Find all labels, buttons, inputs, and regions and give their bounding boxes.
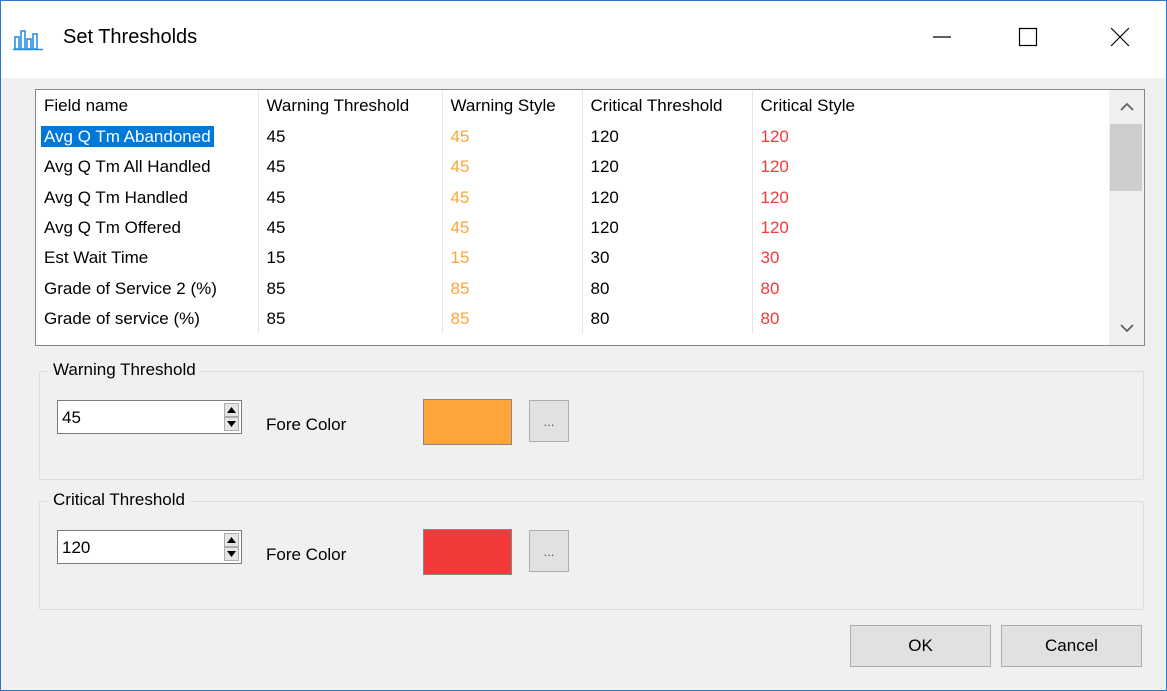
selected-field-name: Avg Q Tm Abandoned [41, 126, 214, 148]
warning-style-cell[interactable]: 45 [442, 212, 583, 244]
column-header-warning-style[interactable]: Warning Style [442, 90, 583, 122]
warning-style-cell[interactable]: 45 [442, 152, 583, 183]
critical-style-cell[interactable]: 120 [752, 152, 1111, 182]
triangle-down-icon [227, 551, 236, 557]
bar-chart-icon [13, 30, 43, 51]
critical-threshold-cell[interactable]: 80 [582, 303, 753, 335]
scroll-down-button[interactable] [1109, 311, 1144, 345]
warning-threshold-cell[interactable]: 15 [258, 243, 443, 274]
critical-threshold-cell[interactable]: 30 [582, 243, 753, 274]
warning-fore-color-label: Fore Color [266, 415, 347, 434]
chevron-up-icon [1119, 102, 1134, 111]
critical-threshold-group: Critical Threshold 120 Fore Color ... [39, 490, 1144, 610]
thresholds-grid[interactable]: Field name Warning Threshold Warning Sty… [35, 89, 1145, 346]
minimize-icon [933, 36, 951, 38]
field-name-cell[interactable]: Avg Q Tm Offered [36, 212, 259, 244]
spin-up-button[interactable] [224, 533, 239, 547]
critical-threshold-cell[interactable]: 80 [582, 273, 753, 304]
critical-threshold-cell[interactable]: 120 [582, 152, 753, 183]
vertical-scrollbar[interactable] [1109, 90, 1144, 345]
triangle-up-icon [227, 407, 236, 413]
column-header-critical-threshold[interactable]: Critical Threshold [582, 90, 753, 122]
chevron-down-icon [1119, 324, 1134, 333]
critical-style-cell[interactable]: 120 [752, 213, 1111, 243]
header-row: Field name Warning Threshold Warning Sty… [36, 90, 1111, 122]
critical-threshold-spinner[interactable]: 120 [57, 530, 242, 564]
table-row[interactable]: Avg Q Tm Abandoned 45 45 120 120 [36, 122, 1111, 153]
critical-style-cell[interactable]: 120 [752, 122, 1111, 152]
critical-group-legend: Critical Threshold [48, 490, 190, 510]
triangle-down-icon [227, 421, 236, 427]
maximize-button[interactable] [999, 13, 1057, 61]
spinner-buttons [224, 403, 239, 431]
critical-threshold-cell[interactable]: 120 [582, 212, 753, 244]
table-row[interactable]: Est Wait Time 15 15 30 30 [36, 243, 1111, 274]
cancel-button[interactable]: Cancel [1001, 625, 1142, 667]
field-name-cell[interactable]: Est Wait Time [36, 243, 259, 274]
title-bar: Set Thresholds [1, 1, 1166, 78]
triangle-up-icon [227, 537, 236, 543]
close-button[interactable] [1091, 13, 1149, 61]
warning-threshold-spinner[interactable]: 45 [57, 400, 242, 434]
warning-style-cell[interactable]: 85 [442, 303, 583, 335]
critical-style-cell[interactable]: 30 [752, 243, 1111, 273]
table-row[interactable]: Avg Q Tm Offered 45 45 120 120 [36, 212, 1111, 244]
critical-color-swatch[interactable] [423, 529, 512, 575]
column-header-warning-threshold[interactable]: Warning Threshold [258, 90, 443, 122]
critical-fore-color-label: Fore Color [266, 545, 347, 564]
warning-color-swatch[interactable] [423, 399, 512, 445]
field-name-cell[interactable]: Avg Q Tm Handled [36, 182, 259, 213]
warning-color-picker-button[interactable]: ... [529, 400, 569, 442]
field-name-cell[interactable]: Avg Q Tm All Handled [36, 152, 259, 183]
minimize-button[interactable] [913, 13, 971, 61]
critical-threshold-value[interactable]: 120 [62, 538, 90, 558]
column-header-critical-style[interactable]: Critical Style [752, 90, 1111, 122]
warning-style-cell[interactable]: 85 [442, 273, 583, 304]
spinner-buttons [224, 533, 239, 561]
spin-down-button[interactable] [224, 547, 239, 561]
thresholds-table: Field name Warning Threshold Warning Sty… [36, 90, 1111, 335]
warning-threshold-value[interactable]: 45 [62, 408, 81, 428]
spin-up-button[interactable] [224, 403, 239, 417]
table-row[interactable]: Grade of Service 2 (%) 85 85 80 80 [36, 273, 1111, 304]
critical-style-cell[interactable]: 80 [752, 273, 1111, 303]
table-row[interactable]: Avg Q Tm Handled 45 45 120 120 [36, 182, 1111, 213]
scroll-up-button[interactable] [1109, 90, 1144, 124]
column-header-field-name[interactable]: Field name [36, 90, 259, 122]
scroll-thumb[interactable] [1110, 124, 1142, 191]
ok-button[interactable]: OK [850, 625, 991, 667]
warning-threshold-cell[interactable]: 45 [258, 152, 443, 183]
critical-style-cell[interactable]: 120 [752, 183, 1111, 213]
field-name-cell[interactable]: Grade of Service 2 (%) [36, 273, 259, 304]
critical-style-cell[interactable]: 80 [752, 304, 1111, 334]
spin-down-button[interactable] [224, 417, 239, 431]
warning-threshold-cell[interactable]: 85 [258, 303, 443, 335]
warning-threshold-cell[interactable]: 45 [258, 212, 443, 244]
warning-threshold-cell[interactable]: 45 [258, 122, 443, 153]
critical-threshold-cell[interactable]: 120 [582, 182, 753, 213]
table-row[interactable]: Avg Q Tm All Handled 45 45 120 120 [36, 152, 1111, 183]
warning-group-legend: Warning Threshold [48, 360, 201, 380]
field-name-cell[interactable]: Grade of service (%) [36, 303, 259, 335]
set-thresholds-dialog: Set Thresholds Field name Warning Thresh… [0, 0, 1167, 691]
warning-threshold-cell[interactable]: 45 [258, 182, 443, 213]
warning-style-cell[interactable]: 45 [442, 182, 583, 213]
window-title: Set Thresholds [63, 26, 198, 48]
close-icon [1110, 27, 1130, 47]
warning-style-cell[interactable]: 15 [442, 243, 583, 274]
maximize-icon [1018, 27, 1038, 47]
warning-style-cell[interactable]: 45 [442, 122, 583, 153]
field-name-cell[interactable]: Avg Q Tm Abandoned [36, 122, 259, 153]
warning-threshold-cell[interactable]: 85 [258, 273, 443, 304]
critical-threshold-cell[interactable]: 120 [582, 122, 753, 153]
critical-color-picker-button[interactable]: ... [529, 530, 569, 572]
warning-threshold-group: Warning Threshold 45 Fore Color ... [39, 360, 1144, 480]
table-row[interactable]: Grade of service (%) 85 85 80 80 [36, 303, 1111, 335]
